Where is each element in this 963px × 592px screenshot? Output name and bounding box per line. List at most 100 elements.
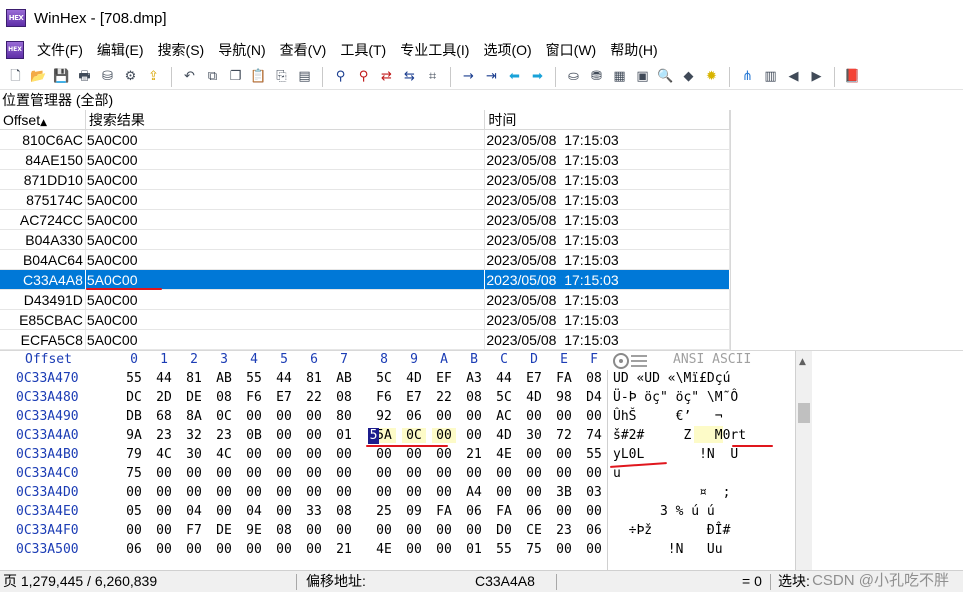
- hex-byte[interactable]: 00: [152, 542, 176, 557]
- hex-byte[interactable]: AB: [332, 371, 356, 386]
- hex-byte[interactable]: 00: [432, 428, 456, 443]
- magnifier-icon[interactable]: 🔍: [656, 67, 675, 86]
- paste-icon[interactable]: 📋: [249, 67, 268, 86]
- goto-offset-icon[interactable]: →: [459, 67, 478, 86]
- table-row[interactable]: AC724CC 5A0C00 2023/05/08 17:15:03: [0, 210, 731, 230]
- hex-byte[interactable]: 01: [462, 542, 486, 557]
- hex-byte[interactable]: 55: [492, 542, 516, 557]
- hex-byte[interactable]: 5C: [372, 371, 396, 386]
- new-file-icon[interactable]: 🗋: [6, 67, 25, 86]
- hex-byte[interactable]: 00: [272, 485, 296, 500]
- hex-byte[interactable]: 00: [152, 466, 176, 481]
- hex-byte[interactable]: 55: [122, 371, 146, 386]
- hex-byte[interactable]: 3B: [552, 485, 576, 500]
- find-hex-icon[interactable]: ⚲: [354, 67, 373, 86]
- hex-byte[interactable]: 08: [582, 371, 606, 386]
- hex-byte[interactable]: CE: [522, 523, 546, 538]
- hex-byte[interactable]: FA: [432, 504, 456, 519]
- hex-byte[interactable]: 23: [552, 523, 576, 538]
- hex-byte[interactable]: 00: [492, 466, 516, 481]
- hex-byte[interactable]: 00: [372, 485, 396, 500]
- hex-byte[interactable]: 00: [182, 542, 206, 557]
- hex-byte[interactable]: 00: [242, 485, 266, 500]
- hex-byte[interactable]: 01: [332, 428, 356, 443]
- hex-row-offset[interactable]: 0C33A4A0: [16, 428, 79, 443]
- hex-byte[interactable]: 75: [122, 466, 146, 481]
- book-icon[interactable]: 📕: [843, 67, 862, 86]
- hex-byte[interactable]: 9A: [122, 428, 146, 443]
- hex-byte[interactable]: 00: [302, 485, 326, 500]
- disk-edit-icon[interactable]: ⛃: [587, 67, 606, 86]
- hex-byte[interactable]: A4: [462, 485, 486, 500]
- hex-byte[interactable]: 00: [432, 447, 456, 462]
- goto-sector-icon[interactable]: ⇥: [482, 67, 501, 86]
- disk-icon[interactable]: ⛀: [564, 67, 583, 86]
- hex-byte[interactable]: 00: [552, 466, 576, 481]
- hex-byte[interactable]: 92: [372, 409, 396, 424]
- hex-byte[interactable]: 0B: [242, 428, 266, 443]
- hex-byte[interactable]: 00: [302, 466, 326, 481]
- menu-navigation[interactable]: 导航(N): [211, 38, 272, 62]
- hex-byte[interactable]: 00: [552, 542, 576, 557]
- menu-options[interactable]: 选项(O): [476, 38, 538, 62]
- hex-byte[interactable]: 00: [302, 428, 326, 443]
- hex-byte[interactable]: 4D: [522, 390, 546, 405]
- hex-byte[interactable]: 00: [302, 542, 326, 557]
- hex-byte[interactable]: 23: [212, 428, 236, 443]
- replace-hex-icon[interactable]: ⇆: [400, 67, 419, 86]
- table-row[interactable]: 875174C 5A0C00 2023/05/08 17:15:03: [0, 190, 731, 210]
- hex-byte[interactable]: F6: [372, 390, 396, 405]
- hex-byte[interactable]: 00: [212, 542, 236, 557]
- hex-byte[interactable]: 00: [182, 485, 206, 500]
- hex-values-icon[interactable]: ⌗: [423, 67, 442, 86]
- hex-byte[interactable]: 00: [402, 466, 426, 481]
- hex-byte[interactable]: 74: [582, 428, 606, 443]
- properties-icon[interactable]: ⚙: [121, 67, 140, 86]
- hex-byte[interactable]: 00: [332, 523, 356, 538]
- replace-text-icon[interactable]: ⇄: [377, 67, 396, 86]
- hex-byte[interactable]: 00: [122, 485, 146, 500]
- hex-byte[interactable]: 00: [272, 409, 296, 424]
- hex-byte[interactable]: 00: [332, 466, 356, 481]
- table-row[interactable]: 810C6AC 5A0C00 2023/05/08 17:15:03: [0, 130, 731, 150]
- tree-icon[interactable]: ⋔: [738, 67, 757, 86]
- print-icon[interactable]: 🖶: [75, 67, 94, 86]
- hex-row-offset[interactable]: 0C33A4B0: [16, 447, 79, 462]
- hex-byte[interactable]: 06: [122, 542, 146, 557]
- hex-byte[interactable]: 00: [152, 504, 176, 519]
- hex-byte[interactable]: 00: [212, 485, 236, 500]
- hex-byte[interactable]: 0C: [402, 428, 426, 443]
- hex-byte[interactable]: E7: [522, 371, 546, 386]
- hex-byte[interactable]: 08: [212, 390, 236, 405]
- hex-byte[interactable]: 21: [462, 447, 486, 462]
- hex-byte[interactable]: 81: [302, 371, 326, 386]
- hex-byte[interactable]: 00: [242, 466, 266, 481]
- hex-byte[interactable]: 00: [522, 466, 546, 481]
- hex-byte[interactable]: 00: [302, 523, 326, 538]
- hex-byte[interactable]: 00: [462, 428, 486, 443]
- hex-byte[interactable]: 06: [582, 523, 606, 538]
- hex-byte[interactable]: 05: [122, 504, 146, 519]
- hex-byte[interactable]: 00: [582, 542, 606, 557]
- hex-byte[interactable]: F7: [182, 523, 206, 538]
- hex-byte[interactable]: D0: [492, 523, 516, 538]
- hex-byte[interactable]: 00: [432, 542, 456, 557]
- hex-row-ansi[interactable]: š#2# Z M0rt: [613, 428, 746, 443]
- hex-byte[interactable]: 4C: [212, 447, 236, 462]
- table-row[interactable]: C33A4A8 5A0C00 2023/05/08 17:15:03: [0, 270, 731, 290]
- hex-byte[interactable]: 00: [432, 523, 456, 538]
- target-icon[interactable]: [613, 353, 629, 369]
- hex-byte[interactable]: 00: [242, 447, 266, 462]
- undo-icon[interactable]: ↶: [180, 67, 199, 86]
- hex-row-ansi[interactable]: 3 % ú ú: [613, 504, 715, 519]
- hex-byte[interactable]: AC: [492, 409, 516, 424]
- table-row[interactable]: B04A330 5A0C00 2023/05/08 17:15:03: [0, 230, 731, 250]
- hex-byte[interactable]: FA: [552, 371, 576, 386]
- hex-byte[interactable]: 80: [332, 409, 356, 424]
- hex-byte[interactable]: 9E: [242, 523, 266, 538]
- hex-byte[interactable]: 00: [432, 409, 456, 424]
- hex-byte[interactable]: 00: [402, 485, 426, 500]
- hex-byte[interactable]: E7: [402, 390, 426, 405]
- hex-row-offset[interactable]: 0C33A4E0: [16, 504, 79, 519]
- hex-row-ansi[interactable]: UD «UD «\Mï£Dçú: [613, 371, 730, 386]
